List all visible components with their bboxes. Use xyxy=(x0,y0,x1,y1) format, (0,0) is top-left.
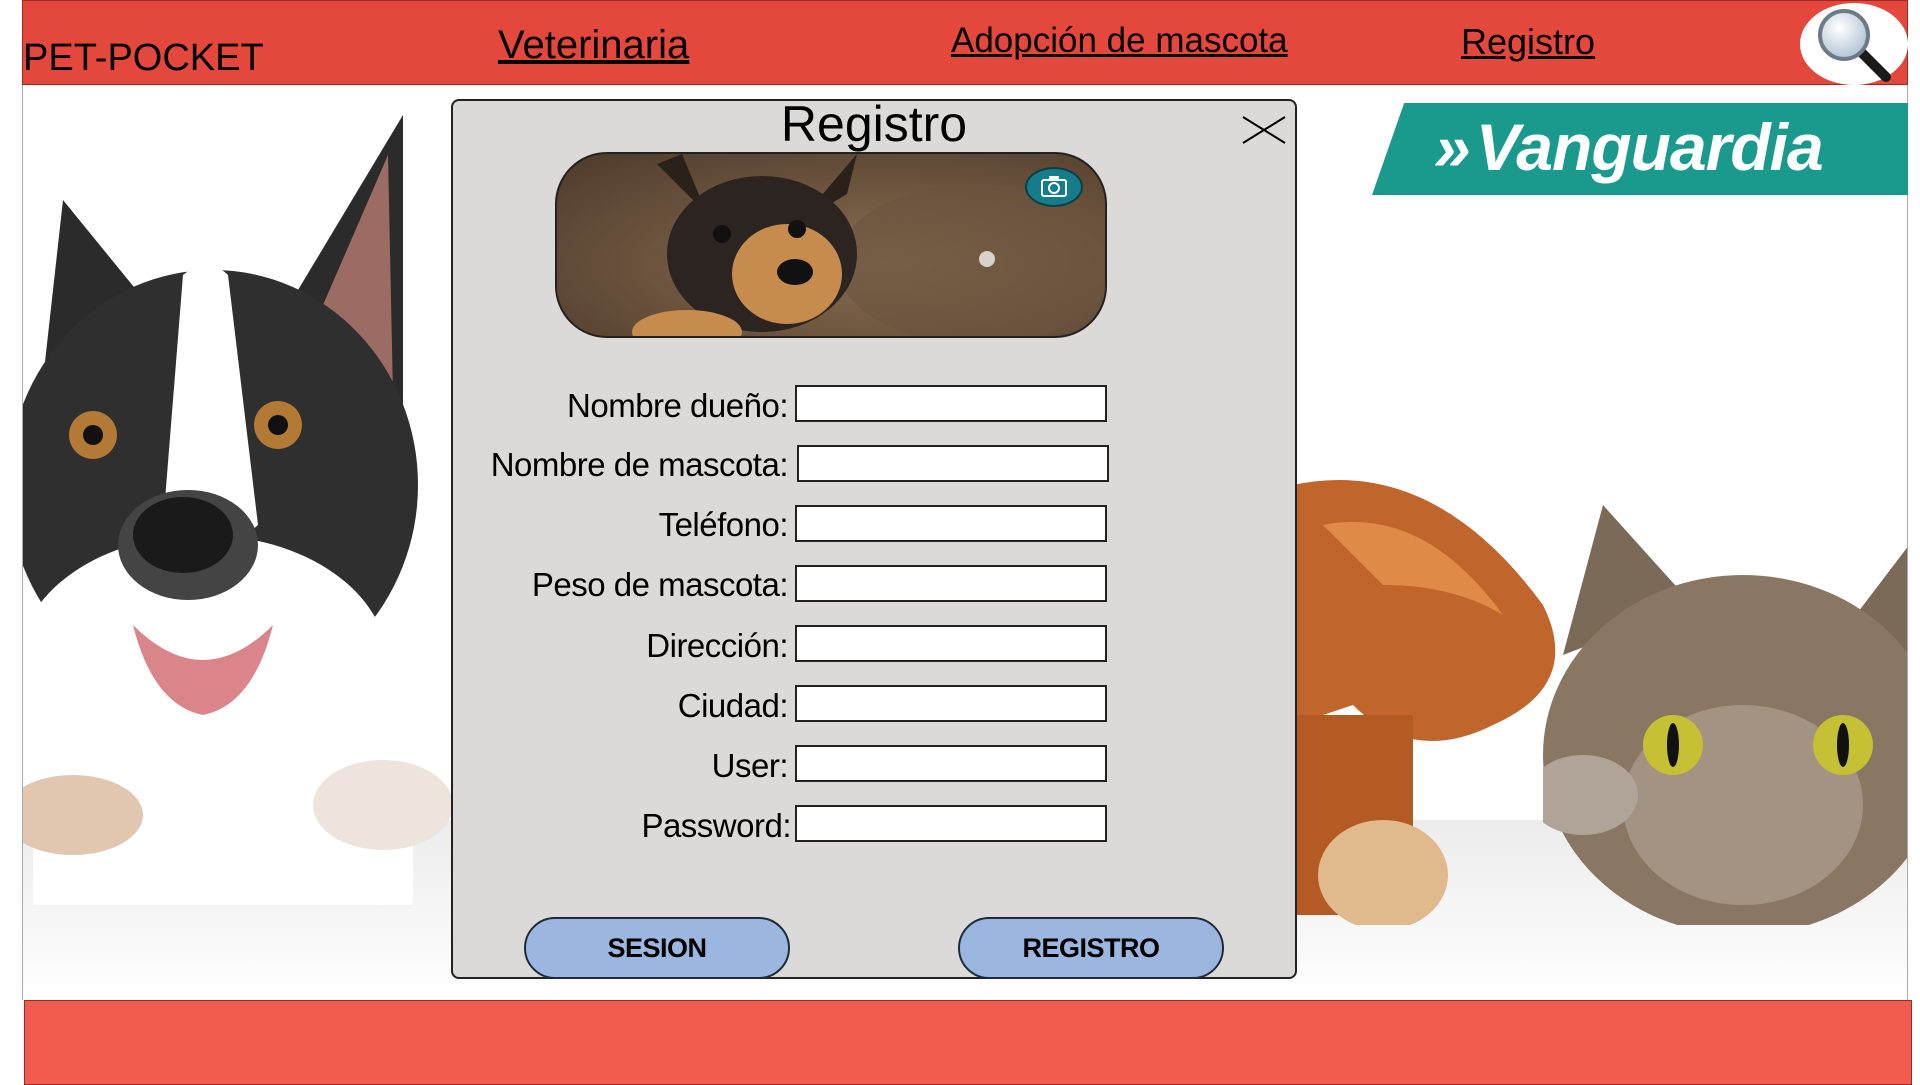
owner-name-input[interactable] xyxy=(795,385,1107,422)
camera-icon xyxy=(1041,176,1067,197)
password-input[interactable] xyxy=(795,805,1107,842)
search-button[interactable] xyxy=(1800,3,1908,85)
owner-name-label: Nombre dueño: xyxy=(567,387,788,424)
registration-modal: Registro Nombre dueño: Nombre de mascota… xyxy=(451,96,1297,979)
form-row-password: Password: xyxy=(453,807,791,849)
cat-image xyxy=(1543,505,1907,925)
form-row-user: User: xyxy=(453,747,789,789)
phone-input[interactable] xyxy=(795,505,1107,542)
address-label: Dirección: xyxy=(646,627,788,664)
pet-name-label: Nombre de mascota: xyxy=(490,446,789,483)
nav-link-veterinaria[interactable]: Veterinaria xyxy=(498,23,689,68)
register-button[interactable]: REGISTRO xyxy=(958,917,1224,979)
dog-image xyxy=(23,115,453,905)
address-input[interactable] xyxy=(795,625,1107,662)
form-row-pet-weight: Peso de mascota: xyxy=(453,566,789,608)
top-navbar: PET-POCKET Veterinaria Adopción de masco… xyxy=(22,0,1908,85)
pet-photo xyxy=(555,152,1107,338)
camera-button[interactable] xyxy=(1025,167,1083,207)
pet-weight-label: Peso de mascota: xyxy=(531,566,789,603)
puppy-image xyxy=(632,154,1105,336)
phone-label: Teléfono: xyxy=(658,506,789,543)
brand-title: PET-POCKET xyxy=(23,37,264,79)
password-label: Password: xyxy=(641,807,791,844)
form-row-owner: Nombre dueño: xyxy=(453,387,788,429)
ad-brand-text: Vanguardia xyxy=(1475,110,1824,184)
nav-link-registro[interactable]: Registro xyxy=(1461,21,1595,63)
pet-name-input[interactable] xyxy=(797,445,1109,482)
form-row-pet-name: Nombre de mascota: xyxy=(453,446,789,488)
modal-title: Registro xyxy=(780,96,968,152)
user-label: User: xyxy=(711,747,789,784)
pet-weight-input[interactable] xyxy=(795,565,1107,602)
ad-arrows-icon: » xyxy=(1434,110,1471,184)
form-row-address: Dirección: xyxy=(453,627,788,669)
city-label: Ciudad: xyxy=(677,687,789,724)
session-button[interactable]: SESION xyxy=(524,917,790,979)
form-row-city: Ciudad: xyxy=(453,687,789,729)
form-row-phone: Teléfono: xyxy=(453,506,789,548)
vanguardia-ad-banner[interactable]: »Vanguardia xyxy=(1372,103,1908,195)
ad-logo: »Vanguardia xyxy=(1434,109,1824,185)
user-input[interactable] xyxy=(795,745,1107,782)
city-input[interactable] xyxy=(795,685,1107,722)
nav-link-adopcion[interactable]: Adopción de mascota xyxy=(951,21,1288,61)
close-button[interactable] xyxy=(1241,113,1287,147)
footer-bar xyxy=(24,1000,1912,1085)
magnifier-icon xyxy=(1818,9,1891,82)
close-icon xyxy=(1242,116,1286,144)
